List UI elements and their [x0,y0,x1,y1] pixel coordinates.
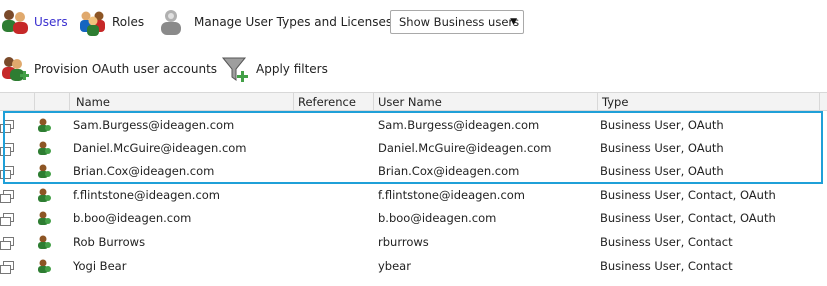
cell-name: f.flintstone@ideagen.com [73,188,221,202]
row-checkbox[interactable] [0,190,14,203]
row-checkbox[interactable] [0,237,14,250]
top-toolbar: Users Roles Manage User Types and Licens… [0,0,827,44]
cell-name: Yogi Bear [73,259,127,273]
user-icon [36,117,52,133]
cell-type: Business User, Contact [600,235,733,249]
table-row[interactable]: Brian.Cox@ideagen.com Brian.Cox@ideagen.… [0,160,827,183]
table-row[interactable]: Rob Burrows rburrows Business User, Cont… [0,231,827,254]
apply-filters-button[interactable]: Apply filters [220,48,328,90]
cell-username: f.flintstone@ideagen.com [378,188,526,202]
cell-username: rburrows [378,235,429,249]
column-header-reference[interactable]: Reference [298,93,356,111]
row-checkbox[interactable] [0,120,14,133]
table-header: Name Reference User Name Type [0,92,827,111]
user-settings-icon [156,7,186,37]
cell-type: Business User, OAuth [600,141,724,155]
cell-username: ybear [378,259,411,273]
column-divider [69,93,70,111]
roles-icon [78,7,108,37]
user-icon [36,234,52,250]
cell-type: Business User, Contact, OAuth [600,211,776,225]
user-filter-select[interactable]: Show Business users ▼ [390,10,524,34]
column-header-username[interactable]: User Name [378,93,442,111]
row-checkbox[interactable] [0,166,14,179]
row-checkbox[interactable] [0,143,14,156]
cell-type: Business User, OAuth [600,164,724,178]
column-divider [34,93,35,111]
secondary-toolbar: Provision OAuth user accounts Apply filt… [0,48,827,90]
users-icon [0,7,30,37]
table-row[interactable]: f.flintstone@ideagen.com f.flintstone@id… [0,184,827,207]
column-divider [293,93,294,111]
apply-filters-label: Apply filters [256,62,328,76]
cell-type: Business User, Contact, OAuth [600,188,776,202]
user-icon [36,140,52,156]
cell-name: b.boo@ideagen.com [73,211,192,225]
column-header-name[interactable]: Name [76,93,110,111]
column-divider [819,93,820,111]
table-row[interactable]: Daniel.McGuire@ideagen.com Daniel.McGuir… [0,137,827,160]
cell-name: Daniel.McGuire@ideagen.com [73,141,247,155]
row-checkbox[interactable] [0,261,14,274]
filter-icon [220,54,250,84]
cell-type: Business User, Contact [600,259,733,273]
cell-name: Brian.Cox@ideagen.com [73,164,215,178]
user-icon [36,258,52,274]
roles-label: Roles [112,15,145,29]
row-checkbox[interactable] [0,213,14,226]
cell-username: b.boo@ideagen.com [378,211,497,225]
cell-type: Business User, OAuth [600,118,724,132]
roles-tab[interactable]: Roles [78,0,144,44]
manage-user-types-label: Manage User Types and Licenses [194,15,393,29]
cell-name: Sam.Burgess@ideagen.com [73,118,235,132]
user-add-icon [0,54,30,84]
manage-user-types-tab[interactable]: Manage User Types and Licenses [156,0,392,44]
provision-oauth-button[interactable]: Provision OAuth user accounts [0,48,217,90]
user-icon [36,210,52,226]
cell-username: Sam.Burgess@ideagen.com [378,118,540,132]
cell-username: Daniel.McGuire@ideagen.com [378,141,552,155]
table-row[interactable]: Sam.Burgess@ideagen.com Sam.Burgess@idea… [0,114,827,137]
chevron-down-icon: ▼ [510,17,517,27]
table-row[interactable]: b.boo@ideagen.com b.boo@ideagen.com Busi… [0,207,827,230]
user-icon [36,187,52,203]
users-label: Users [34,15,68,29]
table-row[interactable]: Yogi Bear ybear Business User, Contact [0,255,827,278]
user-filter-value: Show Business users [399,15,520,29]
column-divider [597,93,598,111]
provision-oauth-label: Provision OAuth user accounts [34,62,218,76]
users-tab[interactable]: Users [0,0,68,44]
cell-username: Brian.Cox@ideagen.com [378,164,520,178]
user-icon [36,163,52,179]
column-divider [373,93,374,111]
column-header-type[interactable]: Type [602,93,628,111]
cell-name: Rob Burrows [73,235,146,249]
